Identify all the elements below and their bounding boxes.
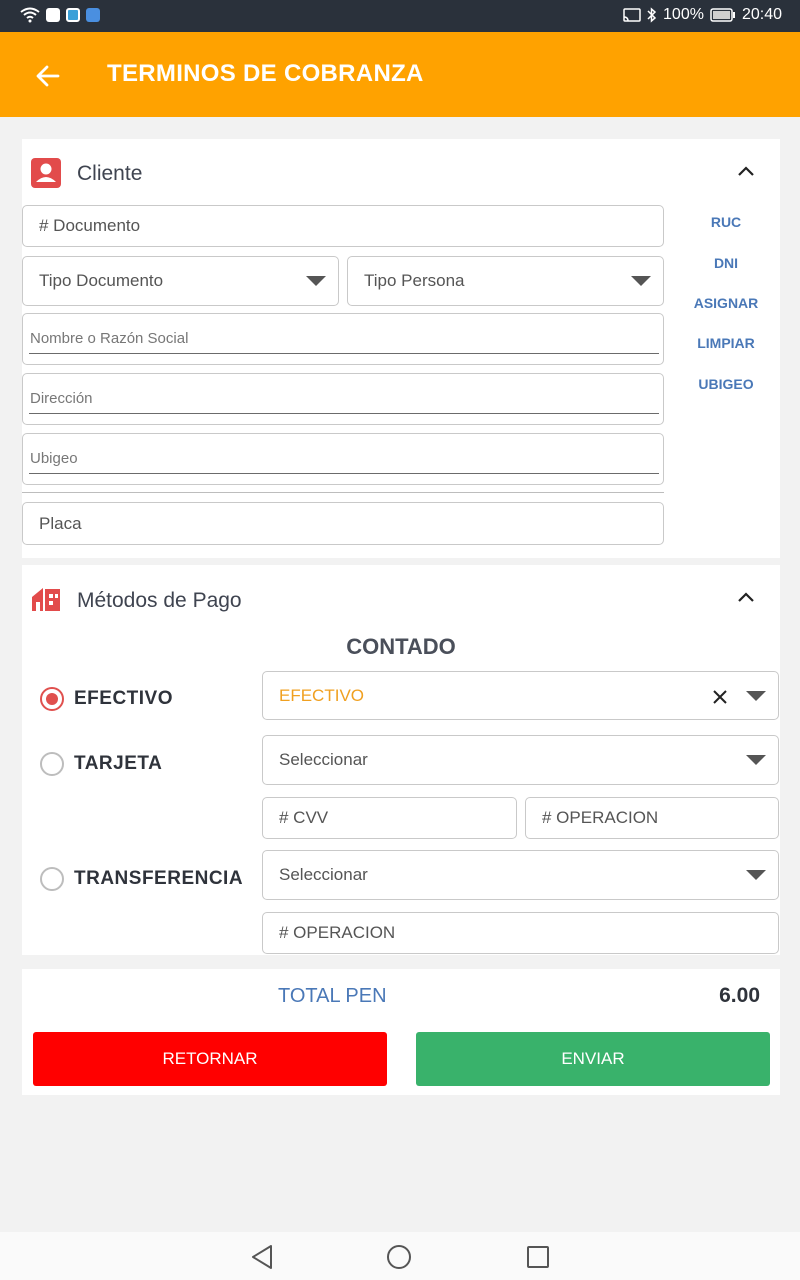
retornar-button[interactable]: RETORNAR <box>33 1032 387 1086</box>
notification-app-icon <box>66 8 80 22</box>
tipo-documento-select[interactable]: Tipo Documento <box>22 256 339 306</box>
ruc-button[interactable]: RUC <box>671 214 781 230</box>
system-nav-bar <box>0 1232 800 1280</box>
nav-home-icon[interactable] <box>386 1244 412 1270</box>
battery-charging-icon <box>710 8 735 22</box>
tipo-persona-select[interactable]: Tipo Persona <box>347 256 664 306</box>
nav-recents-icon[interactable] <box>526 1245 550 1269</box>
ubigeo-button[interactable]: UBIGEO <box>671 376 781 392</box>
transferencia-radio[interactable]: TRANSFERENCIA <box>40 867 243 891</box>
efectivo-radio[interactable]: EFECTIVO <box>40 687 173 711</box>
chevron-up-icon[interactable] <box>737 591 755 603</box>
transferencia-select[interactable]: Seleccionar <box>262 850 779 900</box>
cast-icon <box>623 8 641 22</box>
radio-unselected-icon <box>40 752 64 776</box>
contact-card-icon <box>31 158 61 188</box>
clear-icon[interactable] <box>712 689 728 705</box>
total-label: TOTAL PEN <box>278 985 387 1007</box>
efectivo-select[interactable]: EFECTIVO <box>262 671 779 720</box>
dropdown-arrow-icon <box>631 276 651 286</box>
status-icons-right: 100% 20:40 <box>623 6 782 24</box>
asignar-button[interactable]: ASIGNAR <box>671 295 781 311</box>
app-bar: TERMINOS DE COBRANZA <box>0 32 800 117</box>
enviar-button[interactable]: ENVIAR <box>416 1032 770 1086</box>
status-bar: 100% 20:40 <box>0 0 800 32</box>
cliente-title: Cliente <box>77 162 143 185</box>
cliente-section: Cliente # Documento Tipo Documento Tipo … <box>22 139 780 558</box>
metodos-pago-title: Métodos de Pago <box>77 589 242 612</box>
dni-button[interactable]: DNI <box>671 255 781 271</box>
tarjeta-operacion-input[interactable]: # OPERACION <box>525 797 779 839</box>
back-arrow-icon[interactable] <box>34 62 62 90</box>
bluetooth-icon <box>647 7 657 23</box>
dropdown-arrow-icon <box>746 870 766 880</box>
limpiar-button[interactable]: LIMPIAR <box>671 335 781 351</box>
dropdown-arrow-icon <box>746 755 766 765</box>
chevron-up-icon[interactable] <box>737 165 755 177</box>
ubigeo-input[interactable]: Ubigeo <box>22 433 664 485</box>
divider <box>22 492 664 493</box>
notification-check-icon <box>46 8 60 22</box>
wifi-icon <box>20 7 40 23</box>
tarjeta-radio[interactable]: TARJETA <box>40 752 162 776</box>
metodos-pago-section: Métodos de Pago CONTADO EFECTIVO EFECTIV… <box>22 565 780 955</box>
dropdown-arrow-icon <box>306 276 326 286</box>
clock: 20:40 <box>741 6 782 23</box>
documento-input[interactable]: # Documento <box>22 205 664 247</box>
contado-subtitle: CONTADO <box>346 634 456 659</box>
notification-browser-icon <box>86 8 100 22</box>
direccion-input[interactable]: Dirección <box>22 373 664 425</box>
battery-percent: 100% <box>663 6 704 23</box>
transferencia-operacion-input[interactable]: # OPERACION <box>262 912 779 954</box>
dropdown-arrow-icon <box>746 690 766 701</box>
page-title: TERMINOS DE COBRANZA <box>107 60 424 87</box>
store-icon <box>32 588 60 611</box>
placa-input[interactable]: Placa <box>22 502 664 545</box>
nav-back-icon[interactable] <box>250 1244 274 1270</box>
nombre-razon-social-input[interactable]: Nombre o Razón Social <box>22 313 664 365</box>
radio-unselected-icon <box>40 867 64 891</box>
cvv-input[interactable]: # CVV <box>262 797 517 839</box>
total-section: TOTAL PEN 6.00 RETORNAR ENVIAR <box>22 969 780 1095</box>
total-value: 6.00 <box>719 984 760 1007</box>
radio-selected-icon <box>40 687 64 711</box>
tarjeta-select[interactable]: Seleccionar <box>262 735 779 785</box>
status-icons-left <box>20 7 100 23</box>
